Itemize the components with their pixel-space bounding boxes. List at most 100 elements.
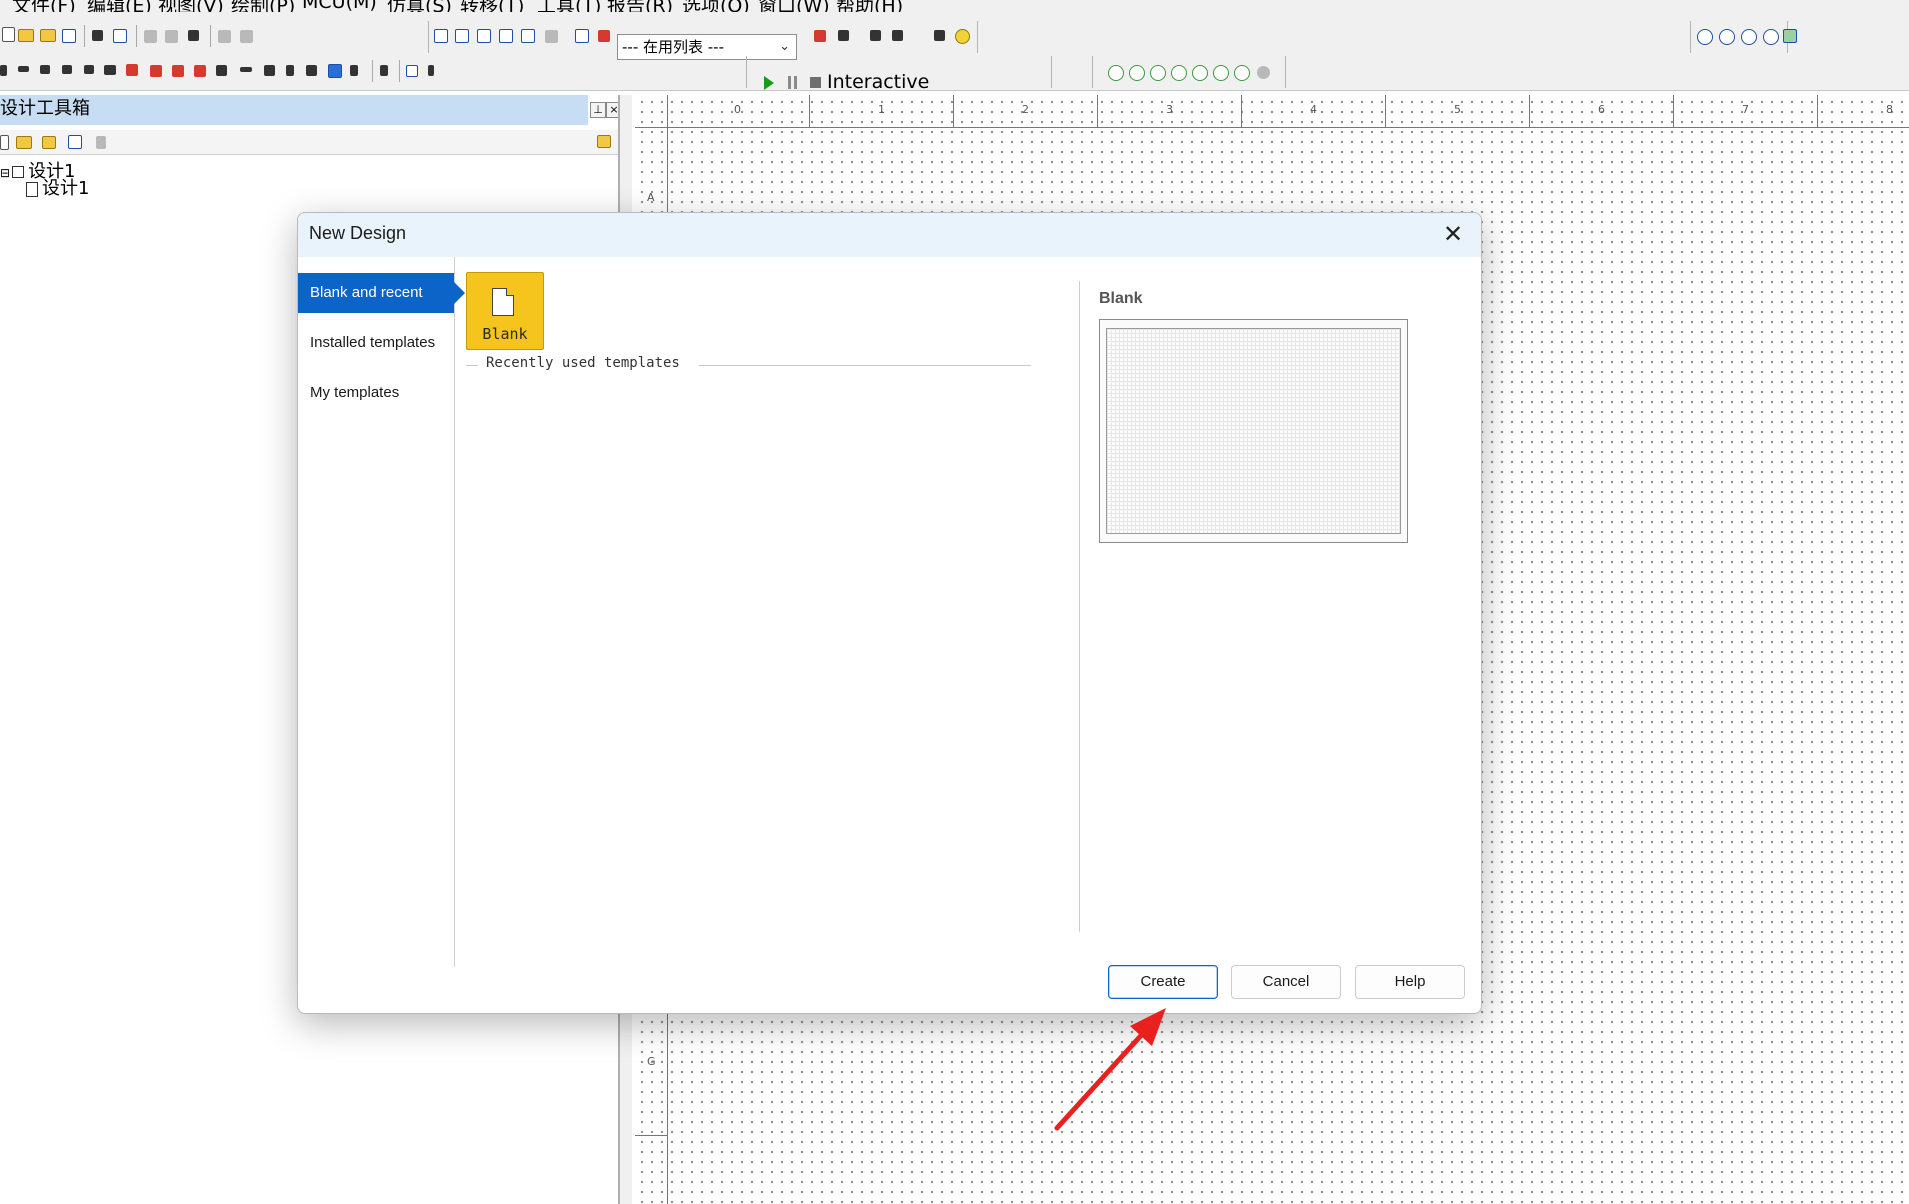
- undo-icon[interactable]: [218, 30, 231, 43]
- probe-current-icon[interactable]: [1129, 65, 1145, 81]
- search-icon[interactable]: [934, 30, 945, 41]
- place-connector-icon[interactable]: [350, 65, 358, 76]
- place-power-icon[interactable]: [264, 65, 275, 76]
- place-ni-icon[interactable]: [328, 64, 342, 78]
- bus-icon[interactable]: [406, 65, 418, 77]
- tree-child-sheet[interactable]: 设计1: [26, 174, 89, 200]
- paste-icon[interactable]: [188, 30, 199, 41]
- place-mixed-icon[interactable]: [194, 65, 206, 77]
- description-box-icon[interactable]: [545, 30, 558, 43]
- menu-tools[interactable]: 工具(T): [537, 0, 601, 12]
- section-rule: [699, 365, 1031, 366]
- grapher-icon[interactable]: [499, 29, 513, 43]
- delete-sheet-icon[interactable]: [96, 136, 106, 149]
- postprocessor-icon[interactable]: [521, 29, 535, 43]
- wire-icon[interactable]: [428, 65, 434, 76]
- copy-icon[interactable]: [165, 30, 178, 43]
- open-folder-icon[interactable]: [18, 29, 34, 42]
- new-design-icon[interactable]: [0, 135, 9, 150]
- menu-reports[interactable]: 报告(R): [607, 0, 673, 12]
- place-ttl-icon[interactable]: [104, 65, 116, 75]
- pin-icon[interactable]: ⊥: [590, 102, 606, 118]
- create-button[interactable]: Create: [1108, 965, 1218, 999]
- nav-installed-templates[interactable]: Installed templates: [298, 323, 454, 363]
- cancel-button[interactable]: Cancel: [1231, 965, 1341, 999]
- nav-my-templates[interactable]: My templates: [298, 373, 454, 413]
- dialog-title: New Design: [309, 223, 407, 243]
- nav-blank-and-recent[interactable]: Blank and recent: [298, 273, 465, 313]
- menu-file[interactable]: 文件(F): [12, 0, 76, 12]
- properties-icon[interactable]: [597, 135, 611, 148]
- menu-window[interactable]: 窗口(W): [758, 0, 830, 12]
- template-category-nav: Blank and recent Installed templates My …: [298, 257, 465, 967]
- probe-digital-icon[interactable]: [1192, 65, 1208, 81]
- probe-power-icon[interactable]: [1150, 65, 1166, 81]
- place-rf-icon[interactable]: [286, 65, 294, 76]
- zoom-out-icon[interactable]: [1719, 29, 1735, 45]
- cut-icon[interactable]: [144, 30, 157, 43]
- full-screen-icon[interactable]: [1783, 29, 1797, 43]
- ruler-number: 0: [734, 103, 741, 116]
- save-icon[interactable]: [62, 29, 76, 43]
- red-arrow-pointing-to-create-icon: [1054, 1008, 1166, 1131]
- open-samples-icon[interactable]: [40, 29, 56, 42]
- run-simulation-icon[interactable]: [764, 76, 774, 90]
- place-indicator-icon[interactable]: [216, 65, 227, 76]
- menu-view[interactable]: 视图(V): [158, 0, 224, 12]
- zoom-area-icon[interactable]: [1741, 29, 1757, 45]
- print-icon[interactable]: [92, 30, 103, 41]
- simulation-mode-label[interactable]: Interactive: [827, 71, 929, 93]
- help-button[interactable]: Help: [1355, 965, 1465, 999]
- zoom-in-icon[interactable]: [1697, 29, 1713, 45]
- pause-simulation-icon[interactable]: [788, 76, 797, 89]
- menu-draw[interactable]: 绘制(P): [231, 0, 295, 12]
- zoom-sheet-icon[interactable]: [1763, 29, 1779, 45]
- probe-voltage-icon[interactable]: [1108, 65, 1124, 81]
- probe-differential-icon[interactable]: [1171, 65, 1187, 81]
- print-preview-icon[interactable]: [113, 29, 127, 43]
- menu-simulate[interactable]: 仿真(S): [387, 0, 452, 12]
- new-sheet-icon[interactable]: [68, 135, 82, 149]
- in-use-list-value: --- 在用列表 ---: [622, 38, 725, 56]
- menu-mcu[interactable]: MCU(M): [302, 0, 377, 12]
- hierarchical-block-icon[interactable]: [380, 65, 388, 76]
- section-rule: [466, 365, 478, 366]
- probe-reference-icon[interactable]: [1213, 65, 1229, 81]
- close-icon[interactable]: ✕: [1436, 219, 1470, 251]
- probe-voltage-current-icon[interactable]: [1234, 65, 1250, 81]
- help-icon[interactable]: [955, 29, 970, 44]
- place-cmos-icon[interactable]: [126, 64, 138, 76]
- gear-icon[interactable]: [1257, 66, 1270, 79]
- place-electromechanical-icon[interactable]: [306, 65, 317, 76]
- transfer-icon[interactable]: [892, 30, 903, 41]
- new-file-icon[interactable]: [2, 27, 15, 42]
- tree-child-label: 设计1: [42, 178, 90, 199]
- database-manager-icon[interactable]: [477, 29, 491, 43]
- place-mcu-icon[interactable]: [150, 65, 162, 77]
- blank-template-tile[interactable]: Blank: [466, 272, 544, 350]
- menu-transfer[interactable]: 转移(T): [460, 0, 524, 12]
- place-analog-icon[interactable]: [84, 65, 94, 74]
- forward-annotate-icon[interactable]: [870, 30, 881, 41]
- menu-edit[interactable]: 编辑(E): [87, 0, 152, 12]
- electrical-rules-icon[interactable]: [598, 30, 610, 42]
- design-toolbox-toggle-icon[interactable]: [434, 29, 448, 43]
- place-misc-digital-icon[interactable]: [172, 65, 184, 77]
- back-annotate-icon[interactable]: [838, 30, 849, 41]
- ruler-letter: A: [647, 191, 655, 204]
- place-source-icon[interactable]: [0, 65, 7, 76]
- redo-icon[interactable]: [240, 30, 253, 43]
- tree-expand-icon[interactable]: ⊟: [0, 166, 10, 180]
- place-diode-icon[interactable]: [40, 65, 50, 74]
- place-basic-icon[interactable]: [18, 66, 29, 72]
- menu-help[interactable]: 帮助(H): [836, 0, 903, 12]
- component-wizard-icon[interactable]: [575, 29, 589, 43]
- place-transistor-icon[interactable]: [62, 65, 72, 74]
- find-examples-icon[interactable]: [814, 30, 826, 42]
- spreadsheet-view-icon[interactable]: [455, 29, 469, 43]
- menu-options[interactable]: 选项(O): [682, 0, 750, 12]
- place-misc-icon[interactable]: [240, 67, 252, 72]
- save-design-icon[interactable]: [42, 136, 56, 149]
- stop-simulation-icon[interactable]: [810, 77, 821, 88]
- open-design-icon[interactable]: [16, 136, 32, 149]
